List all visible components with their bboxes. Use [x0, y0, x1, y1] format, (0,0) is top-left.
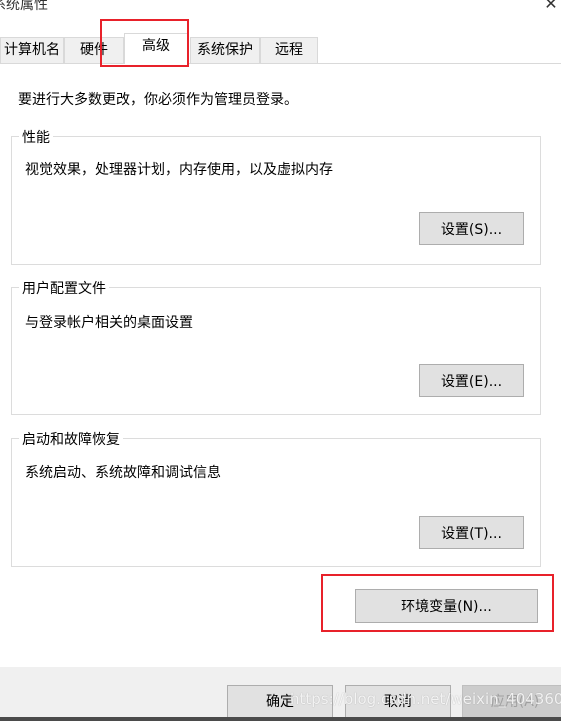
performance-settings-button[interactable]: 设置(S)...	[419, 212, 524, 245]
user-profiles-description: 与登录帐户相关的桌面设置	[25, 315, 193, 331]
tab-hardware[interactable]: 硬件	[64, 37, 124, 63]
admin-note: 要进行大多数更改，你必须作为管理员登录。	[18, 92, 298, 108]
startup-recovery-description: 系统启动、系统故障和调试信息	[25, 465, 221, 481]
cancel-button[interactable]: 取消	[345, 685, 451, 719]
performance-group: 性能 视觉效果，处理器计划，内存使用，以及虚拟内存 设置(S)...	[11, 127, 541, 265]
startup-recovery-settings-button[interactable]: 设置(T)...	[419, 516, 524, 549]
apply-button[interactable]: 应用(A)	[462, 685, 561, 719]
performance-group-label: 性能	[19, 127, 53, 147]
title-bar: 系统属性 ✕	[0, 0, 561, 18]
startup-recovery-group: 启动和故障恢复 系统启动、系统故障和调试信息 设置(T)...	[11, 429, 541, 567]
environment-variables-button[interactable]: 环境变量(N)...	[355, 589, 538, 623]
user-profiles-group-label: 用户配置文件	[19, 278, 109, 298]
user-profiles-settings-button[interactable]: 设置(E)...	[419, 364, 524, 397]
performance-description: 视觉效果，处理器计划，内存使用，以及虚拟内存	[25, 162, 333, 178]
tab-computer-name[interactable]: 计算机名	[0, 37, 64, 63]
close-icon[interactable]: ✕	[541, 0, 561, 16]
tab-strip: 计算机名 硬件 高级 系统保护 远程	[0, 33, 561, 64]
tab-system-protection[interactable]: 系统保护	[190, 37, 260, 63]
dialog-button-bar: 确定 取消 应用(A)	[0, 667, 561, 721]
window-title: 系统属性	[0, 0, 48, 13]
ok-button[interactable]: 确定	[227, 685, 333, 719]
tab-remote[interactable]: 远程	[260, 37, 318, 63]
system-properties-window: 系统属性 ✕ 计算机名 硬件 高级 系统保护 远程 要进行大多数更改，你必须作为…	[0, 0, 561, 721]
user-profiles-group: 用户配置文件 与登录帐户相关的桌面设置 设置(E)...	[11, 278, 541, 415]
advanced-tab-panel: 要进行大多数更改，你必须作为管理员登录。 性能 视觉效果，处理器计划，内存使用，…	[0, 63, 561, 667]
bottom-edge	[0, 717, 561, 721]
tab-advanced[interactable]: 高级	[124, 33, 188, 64]
startup-recovery-group-label: 启动和故障恢复	[19, 429, 123, 449]
